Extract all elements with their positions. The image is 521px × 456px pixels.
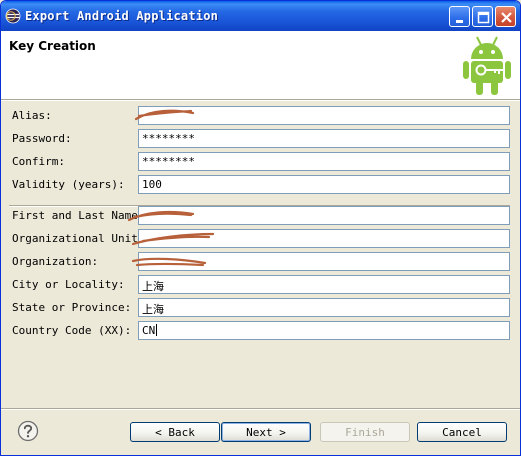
close-button[interactable] [495, 6, 516, 27]
unit-label: Organizational Unit: [12, 232, 145, 245]
window-title: Export Android Application [25, 9, 219, 23]
help-icon[interactable] [17, 420, 39, 442]
android-keystore-icon [463, 36, 511, 95]
minimize-button[interactable] [449, 6, 470, 27]
confirm-input[interactable]: ******** [138, 152, 510, 171]
organization-input[interactable] [138, 252, 510, 271]
name-input[interactable] [138, 206, 510, 225]
state-input[interactable]: 上海 [138, 298, 510, 317]
minimize-icon [456, 20, 463, 23]
button-bar-divider [1, 408, 520, 410]
country-row: Country Code (XX): CN [1, 321, 520, 341]
finish-button-label: Finish [345, 425, 385, 439]
name-label: First and Last Name: [12, 209, 145, 222]
country-input[interactable]: CN [138, 321, 510, 340]
password-input[interactable]: ******** [138, 129, 510, 148]
finish-button: Finish [320, 422, 410, 442]
maximize-icon [477, 11, 490, 24]
eclipse-icon [5, 8, 21, 24]
alias-row: Alias: [1, 106, 520, 126]
page-title: Key Creation [9, 39, 96, 53]
header-divider [1, 99, 520, 101]
maximize-button[interactable] [472, 6, 493, 27]
state-label: State or Province: [12, 301, 132, 314]
cancel-button-label: Cancel [442, 425, 482, 439]
name-row: First and Last Name: [1, 206, 520, 226]
title-bar[interactable]: Export Android Application [1, 1, 520, 31]
alias-input[interactable] [138, 106, 510, 125]
city-input[interactable]: 上海 [138, 275, 510, 294]
next-button-label: Next > [246, 425, 286, 439]
state-row: State or Province: 上海 [1, 298, 520, 318]
cancel-button[interactable]: Cancel [417, 422, 507, 442]
city-row: City or Locality: 上海 [1, 275, 520, 295]
country-value: CN [142, 324, 156, 337]
unit-input[interactable] [138, 229, 510, 248]
country-label: Country Code (XX): [12, 324, 132, 337]
confirm-row: Confirm: ******** [1, 152, 520, 172]
confirm-label: Confirm: [12, 155, 65, 168]
next-button[interactable]: Next > [221, 422, 311, 442]
wizard-header: Key Creation [1, 31, 520, 99]
back-button[interactable]: < Back [130, 422, 220, 442]
unit-row: Organizational Unit: [1, 229, 520, 249]
back-button-label: < Back [155, 425, 195, 439]
organization-label: Organization: [12, 255, 99, 268]
close-icon [501, 12, 512, 23]
text-caret [156, 324, 158, 336]
export-dialog: Export Android Application Key Creation [0, 0, 521, 456]
validity-row: Validity (years): 100 [1, 175, 520, 195]
password-row: Password: ******** [1, 129, 520, 149]
city-label: City or Locality: [12, 278, 125, 291]
alias-label: Alias: [12, 109, 52, 122]
password-label: Password: [12, 132, 72, 145]
organization-row: Organization: [1, 252, 520, 272]
validity-input[interactable]: 100 [138, 175, 510, 194]
validity-label: Validity (years): [12, 178, 125, 191]
